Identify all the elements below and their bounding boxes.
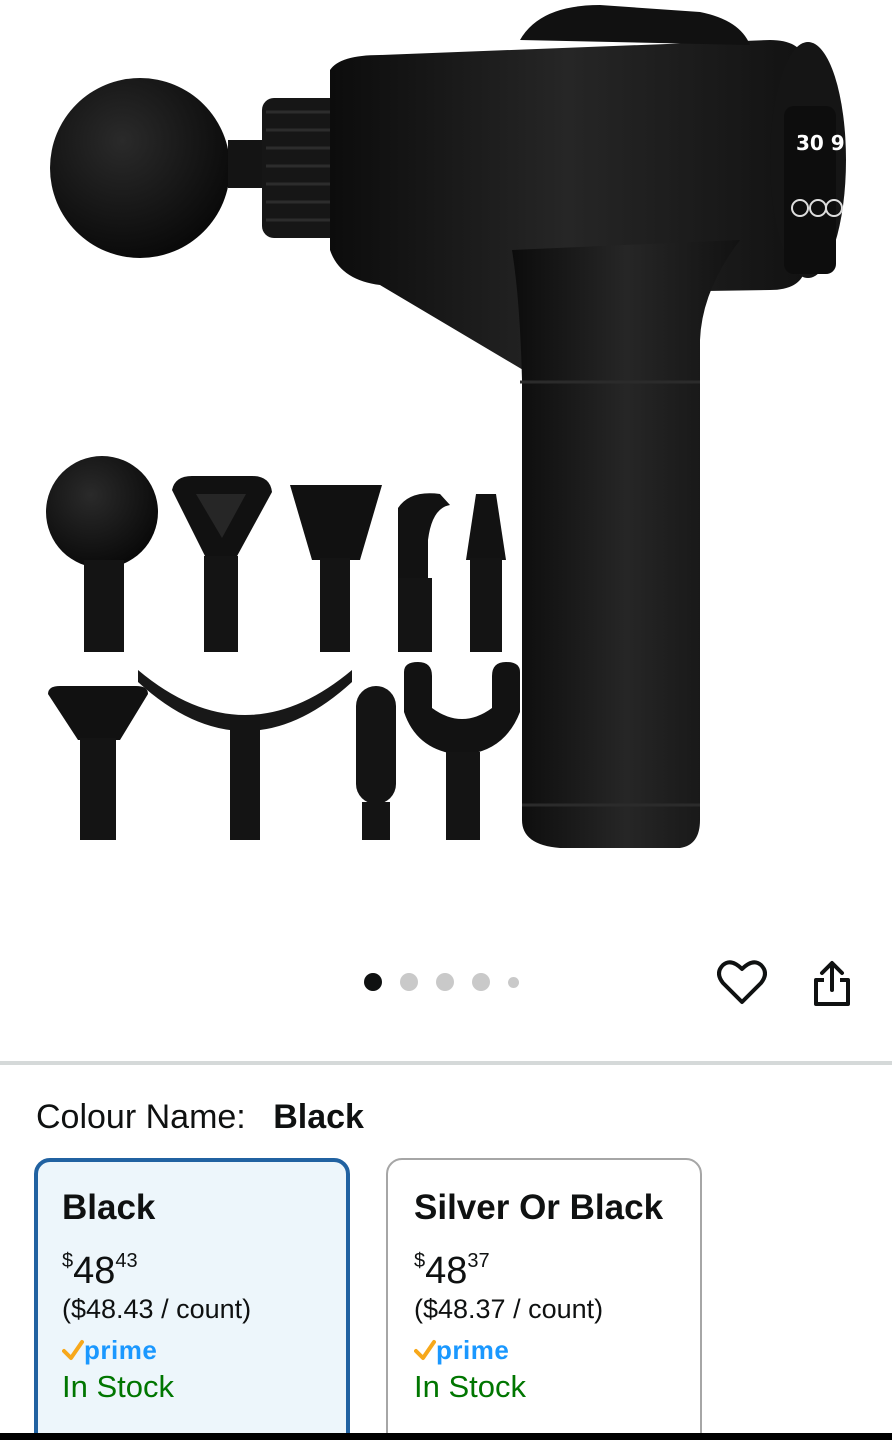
variant-price: $4837: [414, 1238, 674, 1292]
variant-option-black[interactable]: Black $4843 ($48.43 / count) prime In St…: [34, 1158, 350, 1440]
price-currency: $: [62, 1250, 74, 1272]
image-carousel-dots[interactable]: [364, 972, 537, 992]
variant-unit-price: ($48.43 / count): [62, 1294, 252, 1324]
price-whole: 48: [425, 1250, 468, 1292]
price-fraction: 37: [467, 1250, 490, 1272]
prime-badge: prime: [62, 1336, 322, 1364]
variant-stock-status: In Stock: [62, 1369, 174, 1404]
product-image-gallery[interactable]: 30 99: [0, 0, 892, 1040]
share-icon: [814, 961, 850, 1006]
product-image[interactable]: 30 99: [0, 0, 892, 900]
carousel-dot-2[interactable]: [400, 973, 418, 991]
heart-icon: [717, 960, 767, 1004]
variant-price: $4843: [62, 1238, 322, 1292]
carousel-dot-1[interactable]: [364, 973, 382, 991]
variant-option-silver-or-black[interactable]: Silver Or Black $4837 ($48.37 / count) p…: [386, 1158, 702, 1440]
carousel-dot-3[interactable]: [436, 973, 454, 991]
prime-check-icon: [414, 1340, 436, 1360]
prime-label: prime: [84, 1335, 158, 1365]
prime-badge: prime: [414, 1336, 674, 1364]
share-button[interactable]: [806, 956, 858, 1012]
carousel-dot-4[interactable]: [472, 973, 490, 991]
price-currency: $: [414, 1250, 426, 1272]
prime-label: prime: [436, 1335, 510, 1365]
colour-name-row: Colour Name: Black: [36, 1096, 364, 1138]
variant-name: Silver Or Black: [414, 1188, 664, 1227]
variant-name: Black: [62, 1188, 156, 1227]
section-divider: [0, 1061, 892, 1065]
variant-stock-status: In Stock: [414, 1369, 526, 1404]
colour-name-label: Colour Name:: [36, 1098, 246, 1136]
carousel-dot-5[interactable]: [508, 976, 519, 988]
wishlist-button[interactable]: [716, 956, 768, 1008]
price-whole: 48: [73, 1250, 116, 1292]
variant-unit-price: ($48.37 / count): [414, 1294, 604, 1324]
bottom-edge-bar: [0, 1433, 892, 1440]
colour-name-value: Black: [273, 1098, 364, 1136]
price-fraction: 43: [115, 1250, 138, 1272]
prime-check-icon: [62, 1340, 84, 1360]
device-display-text: 30 99: [796, 131, 859, 155]
